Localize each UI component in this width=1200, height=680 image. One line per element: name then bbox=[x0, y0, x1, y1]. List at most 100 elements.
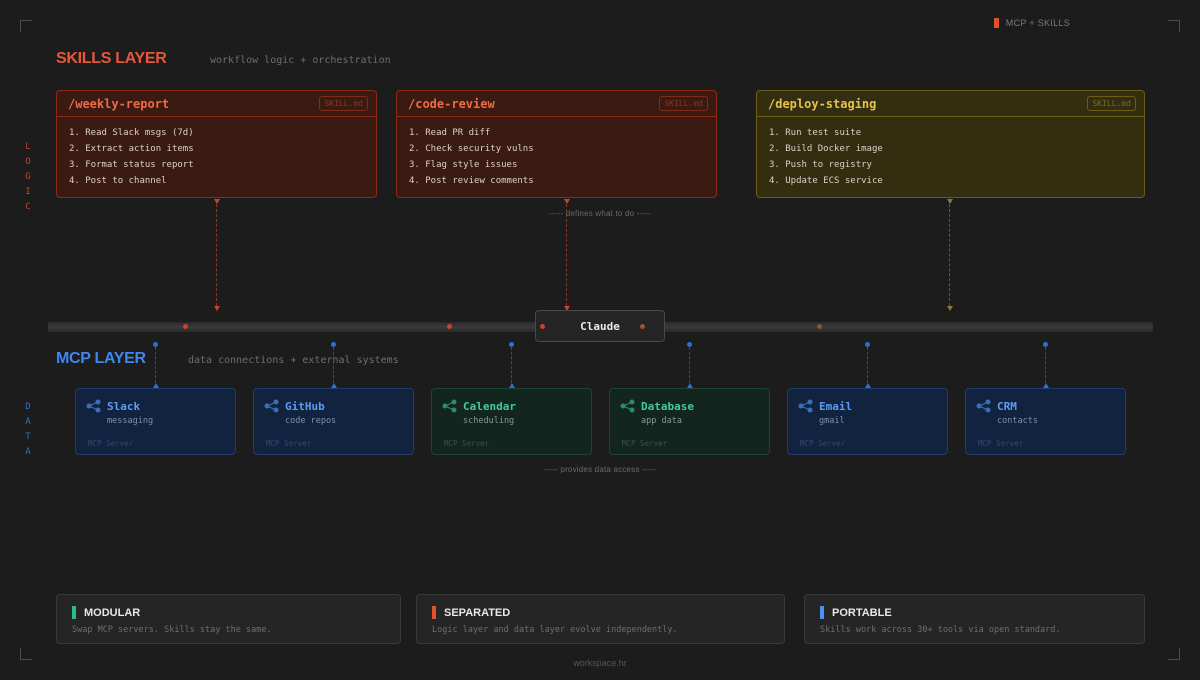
mcp-description: app data bbox=[641, 416, 682, 426]
connector-line bbox=[566, 204, 567, 306]
principle-card-separated: SEPARATED Logic layer and data layer evo… bbox=[416, 594, 785, 644]
side-letter: G bbox=[25, 172, 31, 182]
skill-card-header: /weekly-report SKILL.md bbox=[57, 91, 376, 117]
side-letter: O bbox=[25, 157, 31, 167]
principle-description: Skills work across 30+ tools via open st… bbox=[820, 625, 1061, 635]
mcp-description: code repos bbox=[285, 416, 337, 426]
skill-file-badge: SKILL.md bbox=[1087, 96, 1136, 111]
mcp-card-email[interactable]: Email gmail MCP Server bbox=[787, 388, 948, 455]
mcp-name: Slack bbox=[107, 400, 141, 413]
principle-description: Logic layer and data layer evolve indepe… bbox=[432, 625, 678, 635]
mcp-layer-subtitle: data connections + external systems bbox=[188, 355, 399, 366]
skill-file-badge: SKILL.md bbox=[659, 96, 708, 111]
bus-node-dot bbox=[817, 324, 822, 329]
connector-line bbox=[867, 347, 868, 383]
skill-step: 1. Read Slack msgs (7d) bbox=[69, 128, 194, 138]
mcp-caption: ----- provides data access ----- bbox=[543, 465, 657, 474]
mcp-description: messaging bbox=[107, 416, 154, 426]
principle-title: MODULAR bbox=[84, 606, 141, 619]
mcp-name: Database bbox=[641, 400, 694, 413]
skill-steps: 1. Read Slack msgs (7d) 2. Extract actio… bbox=[57, 117, 376, 197]
mcp-type-label: MCP Server bbox=[444, 439, 490, 448]
mcp-type-label: MCP Server bbox=[800, 439, 846, 448]
mcp-description: scheduling bbox=[463, 416, 515, 426]
mcp-description: gmail bbox=[819, 416, 845, 426]
mcp-name: CRM bbox=[997, 400, 1017, 413]
skill-step: 4. Post to channel bbox=[69, 176, 167, 186]
skill-step: 1. Read PR diff bbox=[409, 128, 491, 138]
mcp-card-github[interactable]: GitHub code repos MCP Server bbox=[253, 388, 414, 455]
side-letter: T bbox=[25, 432, 31, 442]
skill-step: 3. Flag style issues bbox=[409, 160, 518, 170]
side-letter: D bbox=[25, 402, 31, 412]
connector-arrow-head bbox=[214, 306, 220, 311]
connector-arrow-head bbox=[947, 199, 953, 204]
header-tag-label: MCP + SKILLS bbox=[1005, 18, 1070, 28]
share-nodes-icon bbox=[976, 399, 991, 413]
share-nodes-icon bbox=[264, 399, 279, 413]
core-output-dot bbox=[640, 324, 645, 329]
share-nodes-icon bbox=[620, 399, 635, 413]
side-label-logic: L O G I C bbox=[22, 140, 34, 215]
connector-line bbox=[511, 347, 512, 383]
side-label-data: D A T A bbox=[22, 400, 34, 460]
skill-step: 4. Post review comments bbox=[409, 176, 534, 186]
connector-line bbox=[333, 347, 334, 383]
skills-caption: ----- defines what to do ----- bbox=[548, 209, 652, 218]
mcp-name: Calendar bbox=[463, 400, 516, 413]
principle-color-bar bbox=[820, 606, 824, 619]
skill-card-header: /code-review SKILL.md bbox=[397, 91, 716, 117]
connector-line bbox=[949, 204, 950, 306]
mcp-type-label: MCP Server bbox=[622, 439, 668, 448]
connector-line bbox=[689, 347, 690, 383]
mcp-card-slack[interactable]: Slack messaging MCP Server bbox=[75, 388, 236, 455]
share-nodes-icon bbox=[798, 399, 813, 413]
connector-arrow-head bbox=[947, 306, 953, 311]
skill-card-weekly-report[interactable]: /weekly-report SKILL.md 1. Read Slack ms… bbox=[56, 90, 377, 198]
mcp-card-database[interactable]: Database app data MCP Server bbox=[609, 388, 770, 455]
connector-line bbox=[216, 204, 217, 306]
skill-file-badge: SKILL.md bbox=[319, 96, 368, 111]
mcp-card-calendar[interactable]: Calendar scheduling MCP Server bbox=[431, 388, 592, 455]
skill-steps: 1. Read PR diff 2. Check security vulns … bbox=[397, 117, 716, 197]
core-input-dot bbox=[540, 324, 545, 329]
mcp-layer-title: MCP LAYER bbox=[56, 350, 146, 367]
side-letter: I bbox=[25, 187, 31, 197]
mcp-type-label: MCP Server bbox=[88, 439, 134, 448]
principle-title: SEPARATED bbox=[444, 606, 511, 619]
principle-title: PORTABLE bbox=[832, 606, 892, 619]
connector-arrow-head bbox=[564, 199, 570, 204]
claude-label: Claude bbox=[580, 319, 620, 333]
principle-color-bar bbox=[72, 606, 76, 619]
skill-step: 3. Format status report bbox=[69, 160, 194, 170]
skill-name: /deploy-staging bbox=[768, 96, 877, 111]
corner-bracket-top-left bbox=[20, 20, 32, 32]
principle-card-portable: PORTABLE Skills work across 30+ tools vi… bbox=[804, 594, 1145, 644]
skill-step: 2. Extract action items bbox=[69, 144, 194, 154]
claude-core-node[interactable]: Claude bbox=[535, 310, 665, 342]
header-tag: MCP + SKILLS bbox=[993, 18, 1070, 28]
connector-arrow-head bbox=[214, 199, 220, 204]
mcp-type-label: MCP Server bbox=[978, 439, 1024, 448]
skill-name: /code-review bbox=[408, 96, 495, 111]
mcp-type-label: MCP Server bbox=[266, 439, 312, 448]
tag-marker-icon bbox=[993, 18, 999, 28]
skills-layer-subtitle: workflow logic + orchestration bbox=[210, 55, 391, 66]
footer-credit: workspace.hr bbox=[573, 658, 627, 668]
skill-card-code-review[interactable]: /code-review SKILL.md 1. Read PR diff 2.… bbox=[396, 90, 717, 198]
mcp-card-crm[interactable]: CRM contacts MCP Server bbox=[965, 388, 1126, 455]
corner-bracket-top-right bbox=[1168, 20, 1180, 32]
side-letter: A bbox=[25, 447, 31, 457]
principle-description: Swap MCP servers. Skills stay the same. bbox=[72, 625, 272, 635]
skill-card-header: /deploy-staging SKILL.md bbox=[757, 91, 1144, 117]
bus-node-dot bbox=[183, 324, 188, 329]
skill-step: 3. Push to registry bbox=[769, 160, 872, 170]
share-nodes-icon bbox=[442, 399, 457, 413]
share-nodes-icon bbox=[86, 399, 101, 413]
skill-card-deploy-staging[interactable]: /deploy-staging SKILL.md 1. Run test sui… bbox=[756, 90, 1145, 198]
mcp-description: contacts bbox=[997, 416, 1038, 426]
connector-line bbox=[155, 347, 156, 383]
skill-step: 4. Update ECS service bbox=[769, 176, 883, 186]
mcp-name: Email bbox=[819, 400, 853, 413]
connector-line bbox=[1045, 347, 1046, 383]
